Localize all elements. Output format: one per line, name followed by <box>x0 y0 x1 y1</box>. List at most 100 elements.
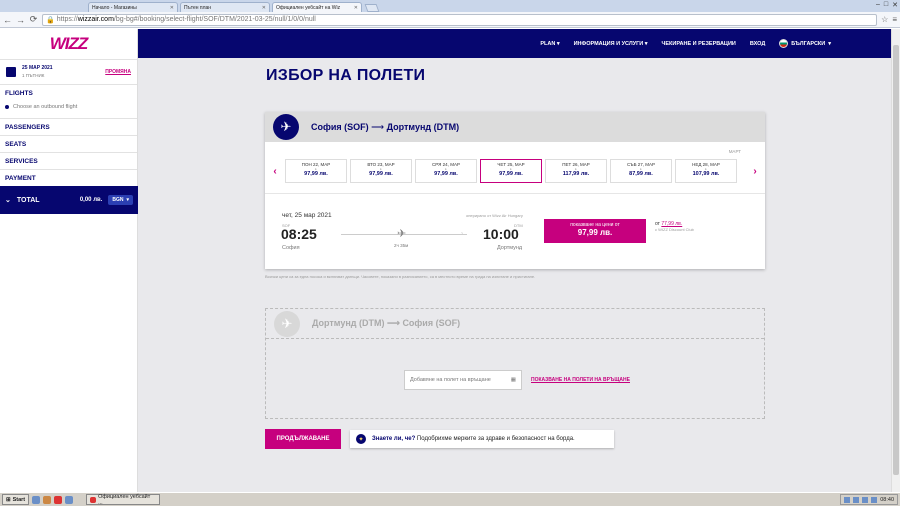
language-selector[interactable]: БЪЛГАРСКИ ▾ <box>779 39 831 48</box>
menu-icon[interactable]: ≡ <box>892 15 897 24</box>
return-route: Дортмунд (DTM) ⟶ София (SOF) <box>312 318 460 329</box>
flight-option[interactable]: чет, 25 мар 2021 оперирано от Wizz Air H… <box>265 193 765 269</box>
tray-icon[interactable] <box>862 496 869 503</box>
choose-outbound-label: Choose an outbound flight <box>13 104 78 110</box>
page-scrollbar[interactable] <box>891 29 900 492</box>
taskbar-item[interactable]: Официален уебсайт ... <box>86 494 161 506</box>
currency-select[interactable]: BGN ▾ <box>108 195 133 205</box>
clock: 08:40 <box>880 496 894 503</box>
day-option[interactable]: ЧЕТ 25, МАР ▸ 97,99 лв. <box>480 159 542 183</box>
top-navigation: PLAN ▾ ИНФОРМАЦИЯ И УСЛУГИ ▾ ЧЕКИРАНЕ И … <box>138 29 891 58</box>
start-label: Start <box>12 496 26 503</box>
day-option[interactable]: ПОН 22, МАР ▸ 97,99 лв. <box>285 159 347 183</box>
departure-city: София <box>282 245 300 251</box>
day-price: 97,99 лв. <box>499 171 523 177</box>
browser-tab[interactable]: Пътен план ✕ <box>180 2 270 12</box>
route-arrow: ⟶ <box>371 121 385 132</box>
date-carousel: ‹ ПОН 22, МАР ▸ 97,99 лв. ВТО 23, МАР ▸ 97,99… <box>265 157 765 185</box>
close-window-icon[interactable]: ✕ <box>892 1 898 9</box>
select-price-button[interactable]: показване на цени от 97,99 лв. <box>544 219 646 243</box>
chevron-left-icon[interactable]: ‹ <box>265 166 285 177</box>
caret-down-icon: ▾ <box>126 197 129 203</box>
browser-tab[interactable]: Начало - Магазины ✕ <box>88 2 178 12</box>
discount-club-price[interactable]: от 77,99 лв. с WIZZ Discount Club <box>655 221 694 233</box>
lightbulb-icon: ✦ <box>356 434 366 444</box>
change-link[interactable]: ПРОМЯНА <box>105 69 131 75</box>
close-icon[interactable]: ✕ <box>262 5 266 11</box>
chevron-right-icon[interactable]: › <box>745 166 765 177</box>
tray-icon[interactable] <box>853 496 860 503</box>
back-icon[interactable]: ← <box>3 15 12 25</box>
sidebar-step-payment[interactable]: PAYMENT <box>0 170 137 187</box>
close-icon[interactable]: ✕ <box>354 5 358 11</box>
outbound-flight-card: ✈ София (SOF) ⟶ Дортмунд (DTM) МАРТ ‹ ПО… <box>265 112 765 269</box>
price-note: Всички цени са за една посока и включват… <box>265 274 536 279</box>
start-button[interactable]: ⊞ Start <box>2 494 30 505</box>
url-host: wizzair.com <box>77 16 114 23</box>
browser-tab-active[interactable]: Официален уебсайт на Wiz ✕ <box>272 2 362 12</box>
return-header: ✈ Дортмунд (DTM) ⟶ София (SOF) <box>266 309 764 339</box>
day-option[interactable]: НЕД 28, МАР ▸ 107,99 лв. <box>675 159 737 183</box>
arrival-city: Дортмунд <box>497 245 523 251</box>
quicklaunch-icon[interactable] <box>32 495 41 504</box>
return-date-field[interactable]: Добавяне на полет на връщане ▦ <box>404 370 522 390</box>
chrome-icon[interactable] <box>54 495 63 504</box>
nav-information[interactable]: ИНФОРМАЦИЯ И УСЛУГИ ▾ <box>574 41 648 47</box>
system-tray: 08:40 <box>840 494 898 505</box>
currency-value: BGN <box>112 197 124 203</box>
operated-by: оперирано от Wizz Air Hungary <box>466 213 523 218</box>
tray-icon[interactable] <box>871 496 878 503</box>
new-tab-button[interactable] <box>364 4 380 12</box>
step-flights-title: FLIGHTS <box>5 90 33 97</box>
browser-toolbar: ← → ⟳ 🔒 https://wizzair.com/bg-bg#/booki… <box>0 12 900 28</box>
sidebar-step-seats[interactable]: SEATS <box>0 136 137 153</box>
trip-passengers: 1 ПЪТНИК <box>22 73 45 78</box>
discount-club-label: с WIZZ Discount Club <box>655 227 694 232</box>
sidebar-step-services[interactable]: SERVICES <box>0 153 137 170</box>
scrollbar-thumb[interactable] <box>893 45 899 475</box>
address-bar[interactable]: 🔒 https://wizzair.com/bg-bg#/booking/sel… <box>42 13 878 26</box>
plane-icon: ✈ <box>397 228 407 240</box>
forward-icon[interactable]: → <box>16 15 25 25</box>
window-controls: – □ ✕ <box>876 1 898 9</box>
plane-icon: ✈ <box>273 114 299 140</box>
show-return-flights-link[interactable]: ПОКАЗВАНЕ НА ПОЛЕТИ НА ВРЪЩАНЕ <box>531 377 630 383</box>
plane-icon: ✈ <box>274 310 300 337</box>
maximize-icon[interactable]: □ <box>884 1 888 9</box>
day-price: 107,99 лв. <box>692 171 720 177</box>
nav-plan[interactable]: PLAN ▾ <box>540 41 559 47</box>
day-option[interactable]: ПЕТ 26, МАР ▸ 117,99 лв. <box>545 159 607 183</box>
reload-icon[interactable]: ⟳ <box>29 14 38 25</box>
destination: Дортмунд (DTM) <box>386 121 460 132</box>
outbound-route: София (SOF) ⟶ Дортмунд (DTM) <box>311 122 459 133</box>
arrow-icon: › <box>461 231 463 237</box>
tray-icon[interactable] <box>844 496 851 503</box>
day-option[interactable]: СРЯ 24, МАР ▸ 97,99 лв. <box>415 159 477 183</box>
sidebar-step-passengers[interactable]: PASSENGERS <box>0 119 137 136</box>
close-icon[interactable]: ✕ <box>170 5 174 11</box>
quicklaunch-icon[interactable] <box>43 495 52 504</box>
wizz-logo[interactable]: WIZZ <box>0 29 137 59</box>
sidebar-step-flights[interactable]: FLIGHTS Choose an outbound flight <box>0 85 137 119</box>
arrival-time: 10:00 <box>483 226 519 242</box>
nav-label: PLAN <box>540 40 556 47</box>
star-icon[interactable]: ☆ <box>881 15 888 24</box>
day-list: ПОН 22, МАР ▸ 97,99 лв. ВТО 23, МАР ▸ 97,99 л… <box>285 159 745 183</box>
month-label: МАРТ <box>728 149 741 154</box>
return-flight-card: ✈ Дортмунд (DTM) ⟶ София (SOF) Добавяне … <box>265 308 765 419</box>
continue-button[interactable]: ПРОДЪЛЖАВАНЕ <box>265 429 341 449</box>
total-bar[interactable]: ⌄ TOTAL 0,00 лв. BGN ▾ <box>0 186 138 214</box>
day-option[interactable]: ВТО 23, МАР ▸ 97,99 лв. <box>350 159 412 183</box>
origin: София (SOF) <box>311 121 369 132</box>
day-option[interactable]: СЪБ 27, МАР ▸ 87,99 лв. <box>610 159 672 183</box>
nav-checkin[interactable]: ЧЕКИРАНЕ И РЕЗЕРВАЦИИ <box>661 41 735 47</box>
return-origin: Дортмунд (DTM) <box>312 318 385 328</box>
chrome-icon <box>90 496 97 503</box>
windows-icon: ⊞ <box>6 496 11 503</box>
flight-duration: 2ч 35м <box>394 243 409 248</box>
day-price: 97,99 лв. <box>304 171 328 177</box>
total-label: TOTAL <box>16 196 40 204</box>
nav-login[interactable]: ВХОД <box>750 41 765 47</box>
minimize-icon[interactable]: – <box>876 1 880 9</box>
quicklaunch-icon[interactable] <box>65 495 74 504</box>
